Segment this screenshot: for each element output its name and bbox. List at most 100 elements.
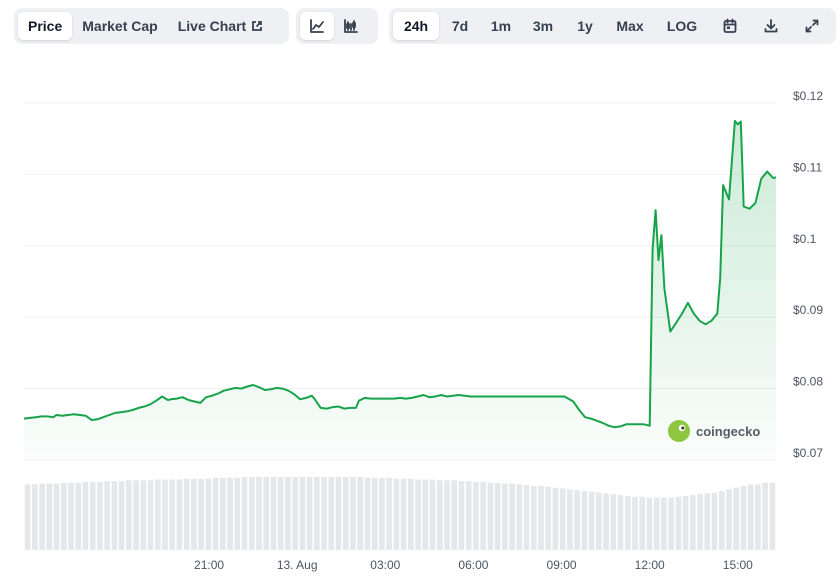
volume-bar [386, 477, 392, 550]
volume-bar [769, 482, 776, 550]
volume-bar [661, 497, 667, 550]
volume-bar [545, 486, 551, 550]
volume-bar [277, 477, 284, 550]
x-tick-label: 21:00 [194, 558, 224, 572]
volume-bar [118, 481, 125, 550]
x-tick-label: 06:00 [458, 558, 488, 572]
volume-bar [350, 477, 356, 550]
volume-bar [422, 479, 429, 550]
volume-bar [68, 482, 74, 550]
volume-bar [552, 487, 559, 550]
volume-bar [726, 489, 732, 550]
volume-bar [653, 497, 660, 550]
volume-bar [523, 485, 530, 550]
volume-bar [169, 479, 175, 550]
x-tick-label: 15:00 [723, 558, 753, 572]
volume-bar [82, 481, 89, 550]
volume-bar [140, 480, 147, 550]
volume-bar [292, 477, 298, 550]
volume-bar [617, 495, 624, 550]
volume-bar [176, 479, 183, 550]
volume-bar [465, 481, 472, 550]
volume-bar [625, 495, 631, 550]
volume-bar [183, 478, 190, 550]
volume-bar [126, 480, 132, 550]
volume-bar [408, 478, 414, 550]
volume-bar [646, 497, 653, 550]
x-tick-label: 13. Aug [277, 558, 318, 572]
y-tick-label: $0.09 [793, 303, 823, 317]
volume-bar [53, 483, 60, 550]
volume-bar [285, 477, 291, 550]
volume-bar [256, 477, 262, 550]
volume-bar [241, 477, 248, 550]
volume-bar [220, 477, 226, 550]
volume-bar [596, 492, 602, 550]
volume-bar [603, 493, 609, 550]
volume-bar [155, 479, 161, 550]
volume-bar [147, 480, 154, 550]
y-tick-label: $0.1 [793, 232, 817, 246]
volume-bar [299, 477, 306, 550]
volume-bar [39, 483, 45, 550]
volume-bar [690, 495, 696, 550]
volume-bar [400, 478, 407, 550]
volume-bar [675, 496, 682, 550]
volume-bar [740, 486, 747, 550]
volume-bar [191, 478, 197, 550]
volume-bar [588, 491, 595, 550]
volume-bar [212, 477, 219, 550]
x-tick-label: 03:00 [370, 558, 400, 572]
volume-bar [559, 488, 566, 550]
volume-bar [227, 477, 233, 550]
y-tick-label: $0.08 [793, 375, 823, 389]
volume-bar [429, 479, 436, 550]
volume-bar [75, 482, 81, 550]
volume-bar [747, 484, 754, 550]
volume-bar [133, 480, 139, 550]
volume-bar [328, 477, 335, 550]
volume-bar [437, 480, 443, 550]
gecko-logo-icon [668, 420, 690, 442]
volume-bar [668, 497, 674, 550]
volume-bar [371, 477, 378, 550]
volume-bar [104, 481, 110, 550]
volume-bar [473, 481, 479, 550]
volume-bar [270, 477, 277, 550]
volume-bar [733, 487, 739, 550]
volume-bar [343, 477, 349, 550]
volume-bar [205, 478, 212, 550]
volume-bar [263, 477, 269, 550]
volume-bar [538, 486, 544, 550]
volume-bar [719, 491, 725, 550]
y-tick-label: $0.11 [793, 160, 822, 174]
volume-bar [480, 481, 486, 550]
volume-bar [335, 477, 342, 550]
volume-bar [314, 477, 320, 550]
volume-bar [89, 481, 96, 550]
volume-bar [502, 483, 508, 550]
volume-bar [531, 486, 537, 550]
volume-bar [711, 492, 718, 550]
volume-bar [682, 495, 689, 550]
volume-bar [632, 496, 638, 550]
x-tick-label: 09:00 [547, 558, 577, 572]
volume-bar [97, 481, 103, 550]
coingecko-watermark: coingecko [668, 420, 760, 442]
volume-bar [755, 484, 761, 550]
volume-bar [704, 493, 711, 550]
volume-bar [610, 494, 617, 550]
volume-bar [24, 484, 31, 550]
price-chart: $0.12 $0.11 $0.1 $0.09 $0.08 $0.07 21:00 13. A… [23, 89, 823, 572]
x-tick-label: 12:00 [635, 558, 665, 572]
volume-bar [357, 477, 363, 550]
volume-bar [567, 489, 573, 550]
volume-bar [61, 482, 67, 550]
volume-bar [379, 477, 385, 550]
y-tick-label: $0.07 [793, 446, 823, 460]
volume-bar [111, 481, 118, 550]
volume-bar [198, 478, 204, 550]
volume-bar [762, 482, 768, 550]
volume-bar [393, 478, 400, 550]
volume-bar [444, 480, 450, 550]
